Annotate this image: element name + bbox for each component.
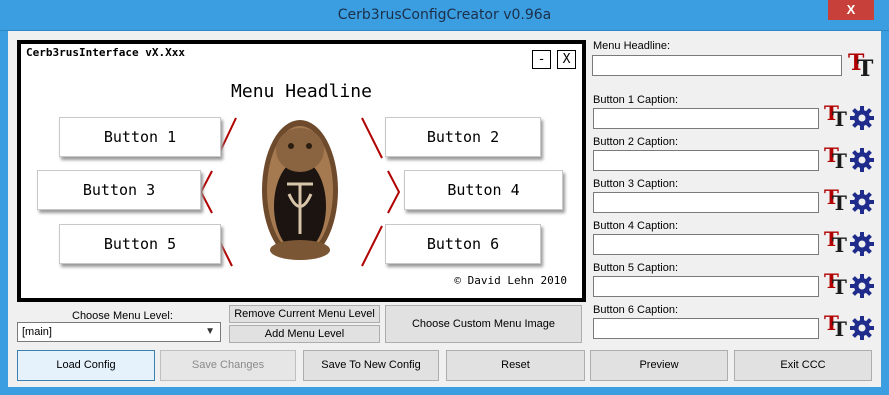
- button-5-caption-label: Button 5 Caption:: [593, 262, 679, 274]
- choose-custom-image-button[interactable]: Choose Custom Menu Image: [385, 305, 582, 343]
- cerberus-emblem-icon: [262, 120, 338, 260]
- gear-icon[interactable]: [850, 106, 874, 130]
- button-3-caption-input[interactable]: [593, 192, 819, 213]
- add-menu-level-button[interactable]: Add Menu Level: [229, 325, 380, 343]
- button-3-caption-label: Button 3 Caption:: [593, 178, 679, 190]
- button-2-caption-label: Button 2 Caption:: [593, 136, 679, 148]
- text-format-icon[interactable]: TT: [823, 227, 849, 255]
- svg-text:T: T: [832, 317, 847, 339]
- svg-text:T: T: [832, 191, 847, 213]
- menu-preview-panel: Cerb3rusInterface vX.Xxx - X Menu Headli…: [17, 40, 586, 302]
- preview-button[interactable]: Preview: [590, 350, 728, 381]
- menu-button-6[interactable]: Button 6: [385, 224, 541, 264]
- svg-text:T: T: [832, 275, 847, 297]
- button-6-caption-input[interactable]: [593, 318, 819, 339]
- right-slash-bottom: [361, 225, 383, 267]
- window-border-bottom: [0, 387, 889, 395]
- button-6-caption-label: Button 6 Caption:: [593, 304, 679, 316]
- window-border-right: [881, 31, 889, 395]
- button-1-caption-input[interactable]: [593, 108, 819, 129]
- gear-icon[interactable]: [850, 274, 874, 298]
- text-format-icon[interactable]: TT: [823, 143, 849, 171]
- remove-menu-level-button[interactable]: Remove Current Menu Level: [229, 305, 380, 323]
- headline-input[interactable]: [592, 55, 842, 76]
- copyright-text: © David Lehn 2010: [454, 274, 567, 287]
- save-to-new-config-button[interactable]: Save To New Config: [303, 350, 439, 381]
- button-5-caption-input[interactable]: [593, 276, 819, 297]
- right-chevron: [387, 170, 401, 214]
- chevron-down-icon[interactable]: ▼: [205, 326, 215, 337]
- menu-button-2[interactable]: Button 2: [385, 117, 541, 157]
- button-4-caption-label: Button 4 Caption:: [593, 220, 679, 232]
- headline-caption-label: Menu Headline:: [593, 40, 671, 52]
- menu-button-3[interactable]: Button 3: [37, 170, 201, 210]
- svg-text:T: T: [832, 107, 847, 129]
- save-changes-button[interactable]: Save Changes: [160, 350, 296, 381]
- title-bar: Cerb3rusConfigCreator v0.96a X: [0, 0, 889, 31]
- menu-button-5[interactable]: Button 5: [59, 224, 221, 264]
- menu-level-value: [main]: [22, 326, 52, 338]
- text-format-icon[interactable]: TT: [823, 185, 849, 213]
- left-chevron: [199, 170, 213, 214]
- button-4-caption-input[interactable]: [593, 234, 819, 255]
- menu-button-1[interactable]: Button 1: [59, 117, 221, 157]
- window-border-left: [0, 31, 8, 395]
- menu-level-label: Choose Menu Level:: [72, 310, 173, 322]
- gear-icon[interactable]: [850, 190, 874, 214]
- text-format-icon[interactable]: T T: [847, 50, 875, 78]
- load-config-button[interactable]: Load Config: [17, 350, 155, 381]
- exit-ccc-button[interactable]: Exit CCC: [734, 350, 872, 381]
- menu-button-4[interactable]: Button 4: [404, 170, 563, 210]
- gear-icon[interactable]: [850, 148, 874, 172]
- right-slash-top: [361, 117, 383, 159]
- window-close-button[interactable]: X: [828, 0, 874, 20]
- svg-text:T: T: [857, 56, 874, 78]
- button-2-caption-input[interactable]: [593, 150, 819, 171]
- window-title: Cerb3rusConfigCreator v0.96a: [337, 7, 552, 23]
- svg-text:T: T: [832, 149, 847, 171]
- text-format-icon[interactable]: TT: [823, 311, 849, 339]
- text-format-icon[interactable]: TT: [823, 269, 849, 297]
- text-format-icon[interactable]: TT: [823, 101, 849, 129]
- gear-icon[interactable]: [850, 316, 874, 340]
- reset-button[interactable]: Reset: [446, 350, 585, 381]
- svg-text:T: T: [832, 233, 847, 255]
- menu-level-select[interactable]: [main] ▼: [17, 322, 221, 342]
- button-1-caption-label: Button 1 Caption:: [593, 94, 679, 106]
- gear-icon[interactable]: [850, 232, 874, 256]
